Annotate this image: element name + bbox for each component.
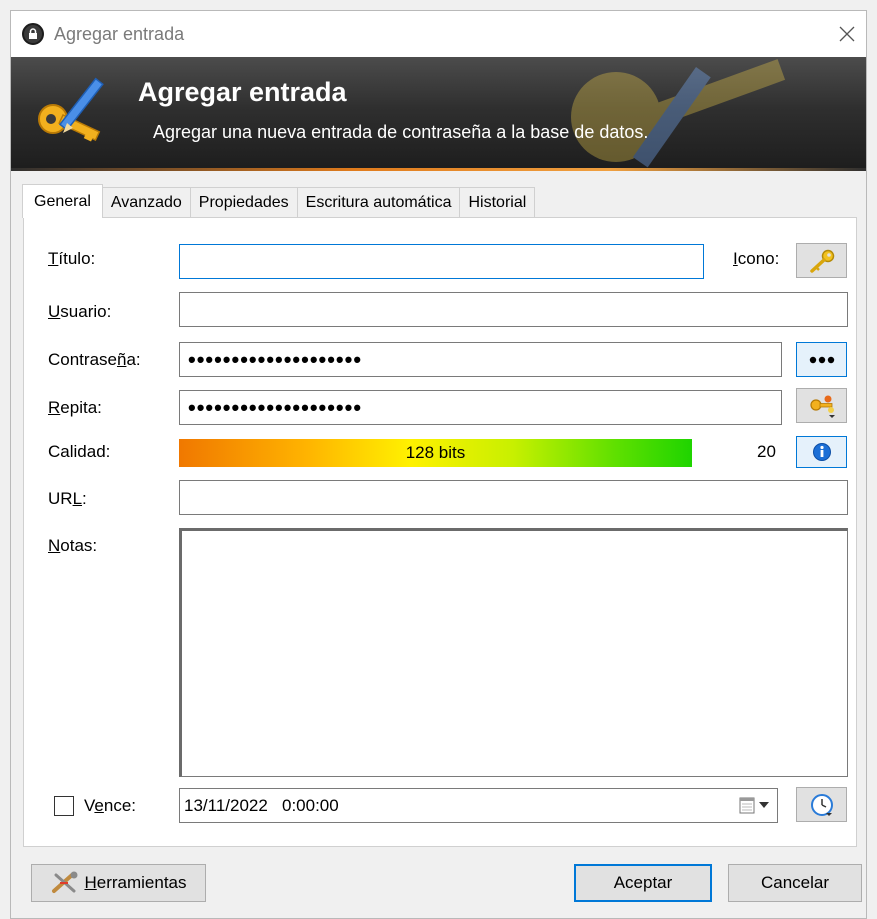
tab-strip: General Avanzado Propiedades Escritura a… xyxy=(22,183,536,218)
entry-icon-button[interactable] xyxy=(796,243,847,278)
expires-checkbox[interactable] xyxy=(54,796,74,816)
close-icon xyxy=(839,26,855,42)
expiry-datetime-picker[interactable]: 13/11/2022 0:00:00 xyxy=(179,788,778,823)
banner-title: Agregar entrada xyxy=(138,77,347,107)
expiry-presets-button[interactable] xyxy=(796,787,847,822)
url-label: URL: xyxy=(48,489,87,508)
tab-general[interactable]: General xyxy=(22,184,103,218)
tab-auto-type[interactable]: Escritura automática xyxy=(296,187,461,217)
expiry-datetime-value: 13/11/2022 0:00:00 xyxy=(184,795,339,815)
banner-accent-line xyxy=(11,168,866,171)
show-password-button[interactable] xyxy=(796,342,847,377)
key-pencil-icon xyxy=(38,77,104,142)
tab-advanced[interactable]: Avanzado xyxy=(101,187,191,217)
title-input[interactable] xyxy=(179,244,704,279)
password-input[interactable]: •••••••••••••••••••• xyxy=(179,342,782,377)
chevron-down-icon xyxy=(759,802,769,808)
password-quality-bar: 128 bits xyxy=(179,439,692,467)
repeat-password-label: Repita: xyxy=(48,398,102,417)
lock-icon xyxy=(22,23,44,45)
generate-password-button[interactable] xyxy=(796,388,847,423)
quality-character-count: 20 xyxy=(757,442,776,461)
key-generator-icon xyxy=(809,395,835,418)
repeat-password-value: •••••••••••••••••••• xyxy=(188,394,363,420)
window-title: Agregar entrada xyxy=(54,23,185,44)
dots-icon xyxy=(809,356,834,363)
tab-properties[interactable]: Propiedades xyxy=(189,187,298,217)
close-button[interactable] xyxy=(832,19,862,49)
title-label: Título: xyxy=(48,249,96,268)
add-entry-dialog: Agregar entrada Agregar entrada Agregar … xyxy=(10,10,867,919)
password-value: •••••••••••••••••••• xyxy=(188,346,363,372)
calendar-icon xyxy=(739,797,755,814)
cancel-button[interactable]: Cancelar xyxy=(728,864,862,902)
info-icon xyxy=(812,443,831,461)
password-label: Contraseña: xyxy=(48,350,141,369)
key-icon xyxy=(809,249,834,273)
url-input[interactable] xyxy=(179,480,848,515)
notes-label: Notas: xyxy=(48,536,98,555)
ok-button[interactable]: Aceptar xyxy=(574,864,712,902)
icon-label: Icono: xyxy=(733,249,780,268)
tools-button[interactable]: Herramientas xyxy=(31,864,206,902)
tools-icon xyxy=(52,871,78,893)
expires-label: Vence: xyxy=(84,796,137,815)
notes-textarea[interactable] xyxy=(179,528,848,777)
tab-history[interactable]: Historial xyxy=(459,187,536,217)
banner-subtitle: Agregar una nueva entrada de contraseña … xyxy=(153,122,649,142)
calendar-dropdown-button[interactable] xyxy=(739,796,769,814)
username-label: Usuario: xyxy=(48,302,112,321)
title-bar: Agregar entrada xyxy=(11,11,866,57)
quality-info-button[interactable] xyxy=(796,436,847,468)
repeat-password-input[interactable]: •••••••••••••••••••• xyxy=(179,390,782,425)
quality-bits-text: 128 bits xyxy=(405,443,466,462)
username-input[interactable] xyxy=(179,292,848,327)
banner-watermark-icon xyxy=(571,59,786,168)
clock-icon xyxy=(810,793,833,816)
dialog-banner: Agregar entrada Agregar una nueva entrad… xyxy=(11,57,866,171)
general-tab-panel: Título: Icono: Usuario: Contraseña: ••••… xyxy=(23,217,857,847)
tools-button-label: Herramientas xyxy=(84,873,187,892)
quality-label: Calidad: xyxy=(48,442,111,461)
